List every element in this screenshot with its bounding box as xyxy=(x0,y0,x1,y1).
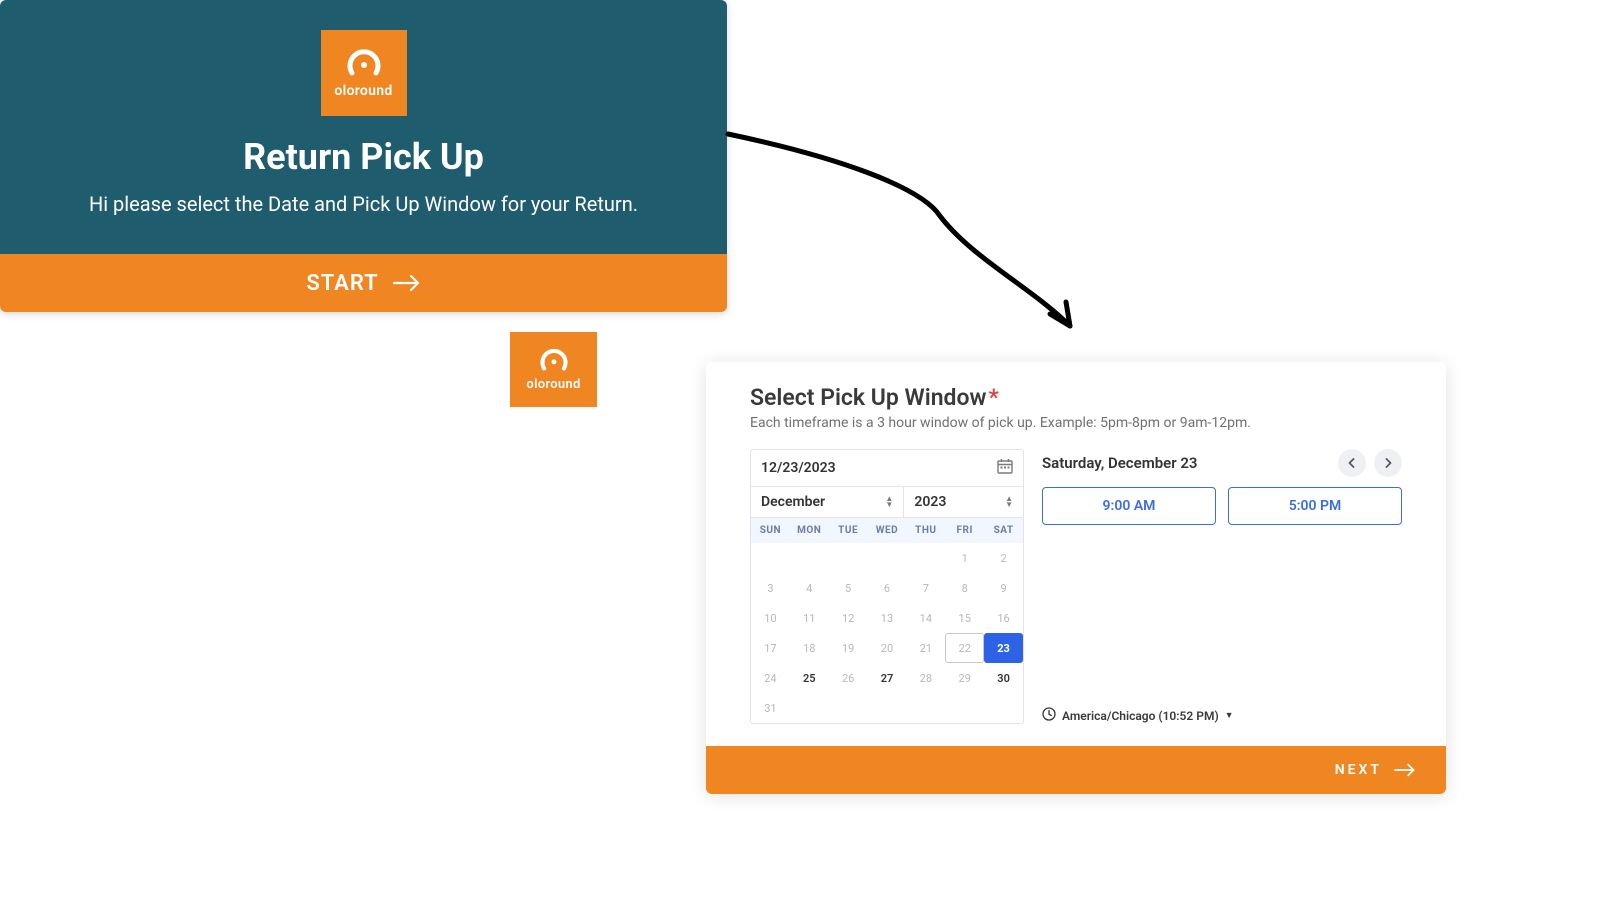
timeslot-panel: Saturday, December 23 9:00 AM 5:00 PM xyxy=(1042,449,1402,724)
calendar-day[interactable]: 3 xyxy=(751,573,790,603)
calendar-day xyxy=(829,693,868,723)
calendar-dow-header: SUN MON TUE WED THU FRI SAT xyxy=(751,518,1023,543)
calendar-day xyxy=(984,693,1023,723)
brand-name: oloround xyxy=(526,377,580,392)
date-input-value: 12/23/2023 xyxy=(761,460,836,476)
dow: FRI xyxy=(945,518,984,543)
calendar-day[interactable]: 2 xyxy=(984,543,1023,573)
dow: SAT xyxy=(984,518,1023,543)
calendar-icon xyxy=(997,458,1013,478)
calendar-day[interactable]: 27 xyxy=(868,663,907,693)
dow: MON xyxy=(790,518,829,543)
calendar-day[interactable]: 21 xyxy=(906,633,945,663)
year-select[interactable]: 2023 ▲▼ xyxy=(903,487,1023,517)
calendar-day[interactable]: 19 xyxy=(829,633,868,663)
calendar-day[interactable]: 24 xyxy=(751,663,790,693)
dow: THU xyxy=(906,518,945,543)
year-label: 2023 xyxy=(914,494,946,510)
timezone-select[interactable]: America/Chicago (10:52 PM) ▼ xyxy=(1042,649,1402,724)
calendar-day xyxy=(829,543,868,573)
calendar-day[interactable]: 4 xyxy=(790,573,829,603)
calendar-body: 1234567891011121314151617181920212223242… xyxy=(751,543,1023,723)
calendar-day[interactable]: 6 xyxy=(868,573,907,603)
calendar-day[interactable]: 9 xyxy=(984,573,1023,603)
calendar-day[interactable]: 14 xyxy=(906,603,945,633)
calendar-day xyxy=(945,693,984,723)
calendar-day[interactable]: 26 xyxy=(829,663,868,693)
arrow-right-icon xyxy=(393,274,421,292)
timeslot-option[interactable]: 5:00 PM xyxy=(1228,487,1402,525)
calendar-day xyxy=(790,693,829,723)
logo-icon xyxy=(344,47,384,81)
dow: WED xyxy=(868,518,907,543)
calendar-day xyxy=(790,543,829,573)
welcome-title: Return Pick Up xyxy=(40,136,687,178)
calendar-day[interactable]: 31 xyxy=(751,693,790,723)
calendar-day xyxy=(906,543,945,573)
calendar-day[interactable]: 17 xyxy=(751,633,790,663)
calendar-day[interactable]: 29 xyxy=(945,663,984,693)
welcome-subtitle: Hi please select the Date and Pick Up Wi… xyxy=(40,192,687,216)
calendar-day[interactable]: 23 xyxy=(984,633,1023,663)
brand-logo: oloround xyxy=(321,30,407,116)
floating-brand-logo: oloround xyxy=(510,332,597,407)
arrow-right-icon xyxy=(1394,763,1416,777)
calendar-day xyxy=(868,693,907,723)
selected-date-label: Saturday, December 23 xyxy=(1042,454,1198,472)
logo-icon xyxy=(537,347,571,375)
calendar-day[interactable]: 10 xyxy=(751,603,790,633)
calendar-day[interactable]: 28 xyxy=(906,663,945,693)
flow-arrow-icon xyxy=(722,128,1092,348)
calendar-day[interactable]: 15 xyxy=(945,603,984,633)
start-label: START xyxy=(306,271,378,296)
chevron-down-icon: ▼ xyxy=(1225,710,1234,721)
calendar-day[interactable]: 1 xyxy=(945,543,984,573)
next-label: NEXT xyxy=(1335,762,1382,778)
calendar: 12/23/2023 December ▲▼ 2023 xyxy=(750,449,1024,724)
calendar-day[interactable]: 8 xyxy=(945,573,984,603)
prev-day-button[interactable] xyxy=(1338,449,1366,477)
timeslot-option[interactable]: 9:00 AM xyxy=(1042,487,1216,525)
start-button[interactable]: START xyxy=(0,254,727,312)
calendar-day[interactable]: 22 xyxy=(945,633,984,663)
calendar-day[interactable]: 18 xyxy=(790,633,829,663)
pickup-window-card: Select Pick Up Window* Each timeframe is… xyxy=(706,362,1446,794)
calendar-day xyxy=(751,543,790,573)
next-button[interactable]: NEXT xyxy=(706,746,1446,794)
calendar-day[interactable]: 13 xyxy=(868,603,907,633)
month-select[interactable]: December ▲▼ xyxy=(751,487,903,517)
required-mark: * xyxy=(989,384,999,411)
calendar-day xyxy=(906,693,945,723)
calendar-day[interactable]: 20 xyxy=(868,633,907,663)
calendar-day[interactable]: 16 xyxy=(984,603,1023,633)
spinner-icon: ▲▼ xyxy=(1005,496,1013,508)
calendar-day[interactable]: 11 xyxy=(790,603,829,633)
date-input[interactable]: 12/23/2023 xyxy=(751,450,1023,487)
section-subtitle: Each timeframe is a 3 hour window of pic… xyxy=(750,415,1402,431)
month-label: December xyxy=(761,494,825,510)
section-title-text: Select Pick Up Window xyxy=(750,384,987,411)
brand-name: oloround xyxy=(334,83,392,99)
timezone-label: America/Chicago (10:52 PM) xyxy=(1062,709,1219,723)
calendar-day xyxy=(868,543,907,573)
calendar-day[interactable]: 25 xyxy=(790,663,829,693)
clock-icon xyxy=(1042,707,1056,724)
calendar-day[interactable]: 7 xyxy=(906,573,945,603)
welcome-body: oloround Return Pick Up Hi please select… xyxy=(0,0,727,254)
dow: SUN xyxy=(751,518,790,543)
welcome-card: oloround Return Pick Up Hi please select… xyxy=(0,0,727,312)
spinner-icon: ▲▼ xyxy=(885,496,893,508)
next-day-button[interactable] xyxy=(1374,449,1402,477)
calendar-day[interactable]: 30 xyxy=(984,663,1023,693)
dow: TUE xyxy=(829,518,868,543)
section-title: Select Pick Up Window* xyxy=(750,384,1402,411)
calendar-day[interactable]: 5 xyxy=(829,573,868,603)
calendar-day[interactable]: 12 xyxy=(829,603,868,633)
